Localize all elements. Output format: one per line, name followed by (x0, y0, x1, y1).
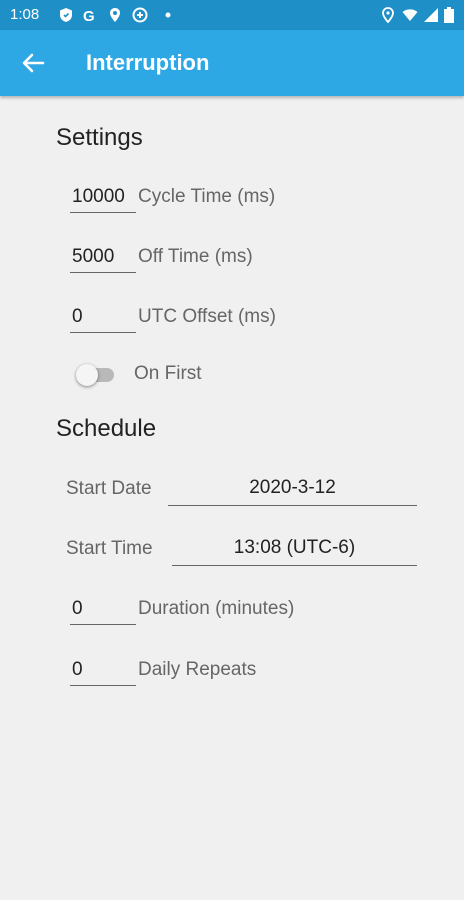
google-icon: G (83, 8, 95, 23)
arrow-left-icon (22, 53, 45, 73)
schedule-heading: Schedule (56, 415, 157, 442)
data-saver-icon (132, 7, 148, 23)
toggle-thumb (76, 364, 98, 386)
duration-input[interactable] (70, 594, 136, 625)
settings-heading: Settings (56, 124, 143, 151)
status-bar: 1:08 G (0, 0, 464, 30)
back-button[interactable] (14, 44, 52, 82)
shield-icon (60, 8, 72, 22)
daily-repeats-input[interactable] (70, 655, 136, 686)
start-date-label: Start Date (66, 478, 152, 499)
signal-icon (424, 8, 438, 22)
battery-icon (444, 7, 454, 23)
start-time-field[interactable]: 13:08 (UTC-6) (172, 533, 417, 566)
duration-label: Duration (minutes) (138, 598, 295, 619)
cycle-time-input[interactable] (70, 182, 136, 213)
start-date-field[interactable]: 2020-3-12 (168, 473, 417, 506)
dot-icon (165, 12, 171, 18)
location-icon (110, 8, 120, 22)
off-time-label: Off Time (ms) (138, 246, 253, 267)
cycle-time-label: Cycle Time (ms) (138, 186, 276, 207)
app-bar: Interruption (0, 30, 464, 96)
wifi-icon (402, 9, 418, 21)
on-first-toggle[interactable] (76, 362, 116, 388)
daily-repeats-label: Daily Repeats (138, 659, 257, 680)
start-time-label: Start Time (66, 538, 153, 559)
off-time-input[interactable] (70, 242, 136, 273)
on-first-label: On First (134, 363, 202, 384)
location-icon (382, 7, 394, 23)
status-time: 1:08 (10, 6, 40, 23)
page-title: Interruption (86, 50, 210, 75)
utc-offset-input[interactable] (70, 302, 136, 333)
svg-text:G: G (83, 8, 95, 23)
utc-offset-label: UTC Offset (ms) (138, 306, 276, 327)
